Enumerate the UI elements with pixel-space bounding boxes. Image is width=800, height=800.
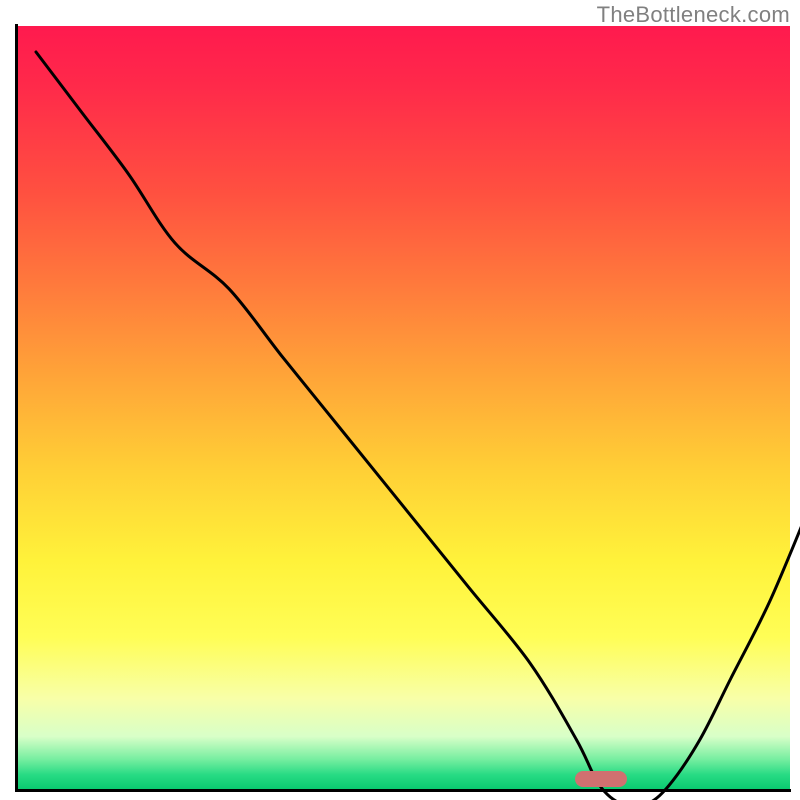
optimal-marker	[575, 771, 627, 787]
plot-area	[18, 26, 790, 790]
y-axis	[15, 24, 18, 792]
chart-container: TheBottleneck.com	[0, 0, 800, 800]
watermark-text: TheBottleneck.com	[597, 2, 790, 28]
bottleneck-curve	[36, 52, 800, 800]
x-axis	[15, 789, 791, 792]
